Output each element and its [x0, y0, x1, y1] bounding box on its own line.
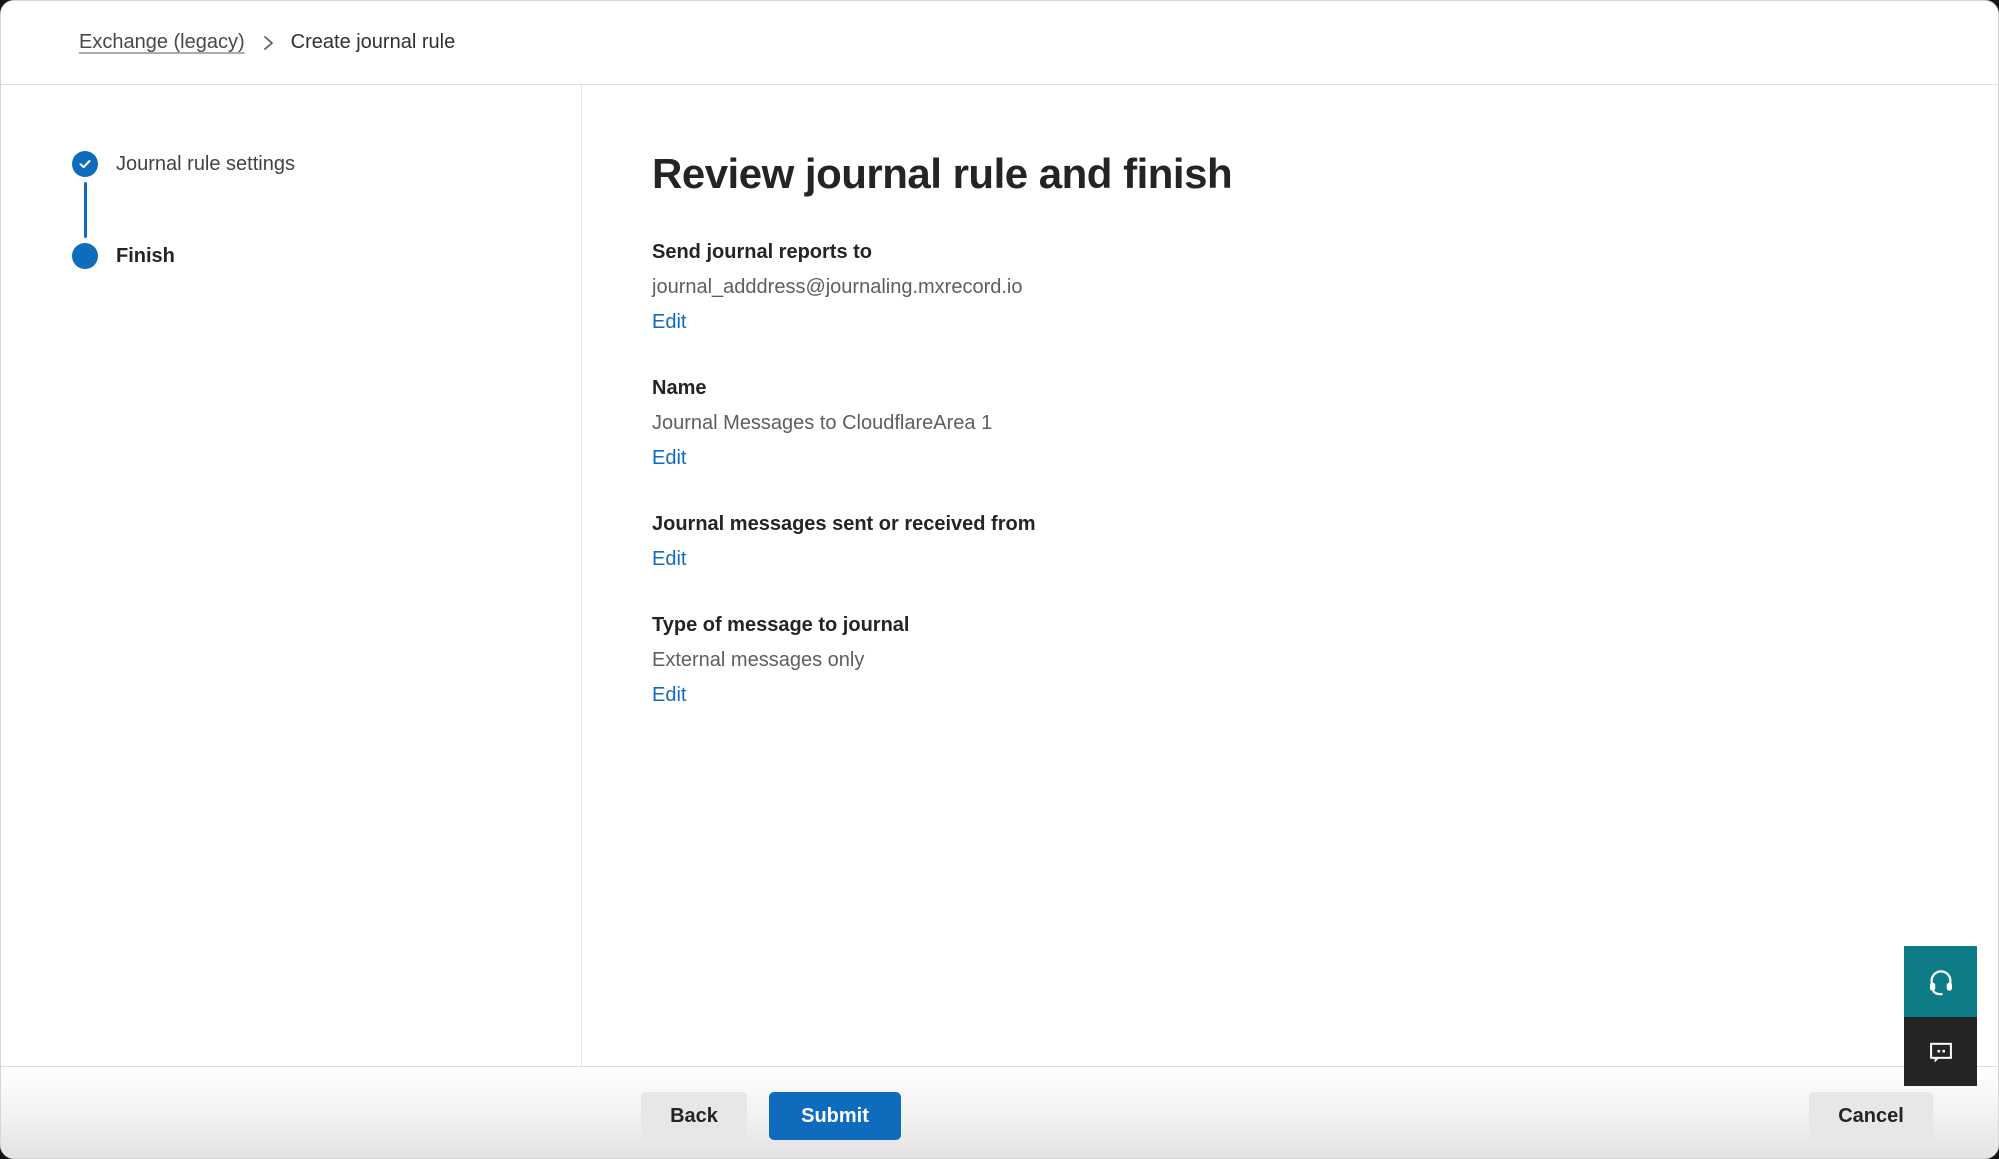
section-label: Send journal reports to [652, 235, 1958, 270]
wizard-step-list: Journal rule settings Finish [72, 151, 295, 269]
back-button[interactable]: Back [641, 1092, 747, 1140]
submit-button[interactable]: Submit [769, 1092, 901, 1140]
edit-link[interactable]: Edit [652, 305, 686, 340]
wizard-step-label: Journal rule settings [116, 153, 295, 176]
review-section-journal-messages-sent-or-received-from: Journal messages sent or received from E… [652, 507, 1958, 577]
chat-feedback-icon [1927, 1038, 1955, 1066]
step-connector-line [84, 182, 87, 238]
footer-action-bar: Back Submit Cancel [1, 1066, 1998, 1158]
support-button[interactable] [1904, 946, 1977, 1017]
breadcrumb-link-exchange-legacy[interactable]: Exchange (legacy) [79, 31, 245, 54]
floating-button-stack [1904, 946, 1977, 1086]
content-area: Journal rule settings Finish Review jour… [1, 85, 1998, 1068]
edit-link[interactable]: Edit [652, 542, 686, 577]
section-label: Name [652, 371, 1958, 406]
section-label: Journal messages sent or received from [652, 507, 1958, 542]
step-current-dot-icon [72, 243, 98, 269]
edit-link[interactable]: Edit [652, 441, 686, 476]
wizard-steps-sidebar: Journal rule settings Finish [1, 85, 582, 1068]
review-section-name: Name Journal Messages to CloudflareArea … [652, 371, 1958, 476]
breadcrumb-bar: Exchange (legacy) Create journal rule [1, 1, 1998, 85]
page-title: Review journal rule and finish [652, 146, 1958, 201]
main-panel: Review journal rule and finish Send jour… [582, 85, 1998, 1068]
chevron-right-icon [261, 33, 275, 53]
review-section-send-journal-reports-to: Send journal reports to journal_adddress… [652, 235, 1958, 340]
review-section-type-of-message-to-journal: Type of message to journal External mess… [652, 608, 1958, 713]
wizard-step-journal-rule-settings[interactable]: Journal rule settings [72, 151, 295, 177]
wizard-step-label: Finish [116, 245, 175, 268]
exchange-admin-window: Exchange (legacy) Create journal rule [0, 0, 1999, 1159]
breadcrumb: Exchange (legacy) Create journal rule [79, 31, 455, 54]
breadcrumb-current-page: Create journal rule [291, 31, 456, 54]
section-value: Journal Messages to CloudflareArea 1 [652, 406, 1958, 441]
feedback-button[interactable] [1904, 1017, 1977, 1086]
wizard-step-finish[interactable]: Finish [72, 243, 295, 269]
edit-link[interactable]: Edit [652, 678, 686, 713]
step-completed-check-icon [72, 151, 98, 177]
headset-icon [1926, 967, 1956, 997]
section-label: Type of message to journal [652, 608, 1958, 643]
cancel-button[interactable]: Cancel [1809, 1092, 1933, 1140]
section-value: External messages only [652, 643, 1958, 678]
section-value: journal_adddress@journaling.mxrecord.io [652, 270, 1958, 305]
